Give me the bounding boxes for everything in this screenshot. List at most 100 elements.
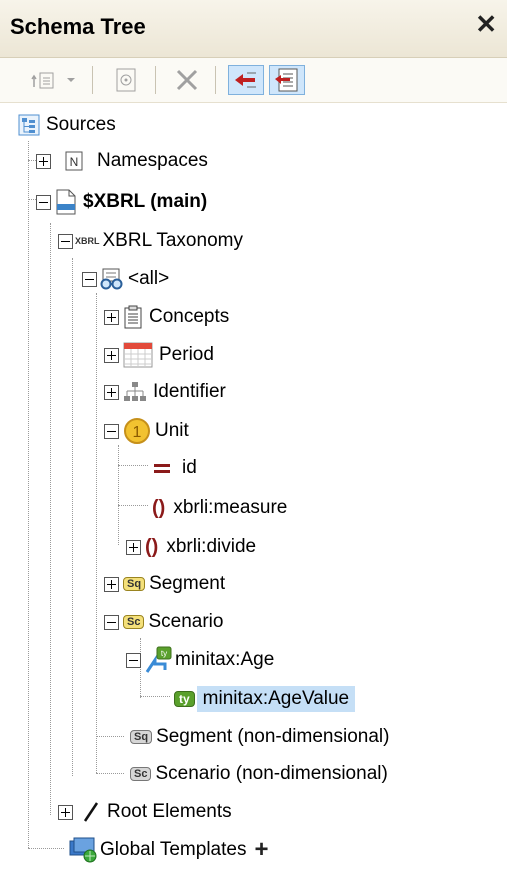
- sequence-icon: Sc: [123, 615, 145, 629]
- expand-icon[interactable]: [58, 804, 73, 820]
- tree-line: [50, 223, 51, 815]
- expand-tree-icon[interactable]: [269, 65, 305, 95]
- tree-node-segment-nd[interactable]: Sq Segment (non-dimensional): [126, 721, 389, 753]
- element-icon: (): [145, 535, 159, 558]
- tree-node-minitax-agevalue[interactable]: ty minitax:AgeValue: [170, 683, 356, 715]
- sequence-icon: Sq: [130, 730, 153, 744]
- tree-line: [28, 848, 64, 849]
- expand-icon[interactable]: [104, 347, 119, 363]
- tree-node-label: Scenario (non-dimensional): [155, 763, 388, 784]
- tree-node-xbrl-main[interactable]: $XBRL (main): [36, 186, 207, 218]
- unit-icon: 1: [123, 417, 151, 445]
- collapse-icon[interactable]: [82, 271, 97, 287]
- tree-node-sources[interactable]: Sources: [14, 109, 116, 141]
- tree-line: [118, 505, 148, 506]
- sources-settings-icon[interactable]: [110, 65, 142, 95]
- tree-node-label: $XBRL (main): [83, 191, 208, 212]
- panel-title: Schema Tree: [10, 14, 146, 39]
- tree-node-label: Sources: [46, 114, 116, 135]
- tree-node-label: xbrli:measure: [173, 497, 288, 518]
- tree-node-label: Unit: [155, 420, 189, 441]
- collapse-icon[interactable]: [58, 233, 73, 249]
- tree-node-scenario-nd[interactable]: Sc Scenario (non-dimensional): [126, 758, 388, 790]
- collapse-icon[interactable]: [104, 423, 119, 439]
- xbrl-file-icon: [55, 189, 77, 215]
- tree-node-divide[interactable]: () xbrli:divide: [126, 531, 256, 563]
- tree-node-label: Period: [159, 344, 214, 365]
- tree-node-identifier[interactable]: Identifier: [104, 376, 226, 408]
- svg-text:N: N: [70, 155, 79, 169]
- tree-node-id[interactable]: id: [148, 452, 197, 484]
- typed-value-icon: ty: [174, 691, 195, 707]
- tree-node-label: Root Elements: [107, 801, 232, 822]
- all-filter-icon: [99, 268, 125, 290]
- collapse-back-icon[interactable]: [228, 65, 264, 95]
- unit-badge-text: 1: [133, 424, 142, 441]
- tree-node-label: <all>: [128, 268, 170, 289]
- expand-icon[interactable]: [104, 309, 119, 325]
- close-icon[interactable]: ✕: [475, 10, 497, 38]
- tree-node-xbrl-taxonomy[interactable]: XBRL XBRL Taxonomy: [58, 225, 243, 257]
- tree-line: [96, 773, 124, 774]
- tree-node-measure[interactable]: () xbrli:measure: [148, 492, 287, 524]
- toolbar-separator: [92, 66, 93, 94]
- tree-line: [118, 445, 119, 545]
- tree-node-global-templates[interactable]: Global Templates +: [64, 834, 268, 866]
- tree-node-label: XBRL Taxonomy: [102, 230, 243, 251]
- toolbar: [0, 58, 507, 103]
- tree-line: [28, 141, 29, 848]
- panel-header: Schema Tree ✕: [0, 0, 507, 58]
- dropdown-arrow-icon[interactable]: [62, 65, 80, 95]
- schema-tree: Sources N Namespaces $XBRL (main) XBRL X…: [0, 103, 507, 871]
- tree-node-label: Global Templates: [100, 839, 247, 860]
- calendar-icon: [123, 342, 153, 368]
- sequence-icon: Sq: [123, 577, 146, 591]
- tree-node-concepts[interactable]: Concepts: [104, 301, 229, 333]
- global-templates-icon: [68, 837, 98, 863]
- tree-node-label: Identifier: [153, 381, 226, 402]
- tree-line: [140, 696, 170, 697]
- attribute-icon: [152, 461, 174, 475]
- tree-line: [72, 258, 73, 776]
- expand-icon[interactable]: [126, 539, 141, 555]
- expand-icon[interactable]: [104, 576, 119, 592]
- tree-node-label: Scenario: [148, 611, 224, 632]
- tree-node-label-selected: minitax:AgeValue: [196, 686, 356, 712]
- tree-node-unit[interactable]: 1 Unit: [104, 415, 189, 447]
- typed-dimension-icon: ty: [145, 646, 173, 674]
- type-badge-text: ty: [161, 649, 167, 658]
- schema-tree-panel: Schema Tree ✕ Sources N Namespaces $XBRL…: [0, 0, 507, 871]
- element-icon: (): [152, 496, 166, 519]
- tree-node-label: id: [182, 457, 197, 478]
- tree-node-scenario[interactable]: Sc Scenario: [104, 606, 223, 638]
- hierarchy-icon: [123, 381, 147, 403]
- toolbar-separator: [215, 66, 216, 94]
- sequence-icon: Sc: [130, 767, 152, 781]
- concepts-icon: [123, 305, 143, 329]
- expand-icon[interactable]: [104, 384, 119, 400]
- collapse-icon[interactable]: [126, 652, 141, 668]
- tree-node-label: xbrli:divide: [166, 536, 257, 557]
- tree-node-all[interactable]: <all>: [82, 263, 169, 295]
- sources-icon: [18, 114, 40, 136]
- toolbar-separator: [155, 66, 156, 94]
- namespace-icon: N: [65, 151, 83, 171]
- xbrl-badge-icon: XBRL: [75, 236, 100, 246]
- tree-line: [96, 293, 97, 773]
- add-template-icon[interactable]: +: [254, 836, 268, 864]
- tree-node-root-elements[interactable]: Root Elements: [58, 796, 232, 828]
- tree-node-minitax-age[interactable]: ty minitax:Age: [126, 644, 274, 676]
- tree-node-label: Concepts: [149, 306, 230, 327]
- add-child-icon[interactable]: [28, 65, 60, 95]
- collapse-icon[interactable]: [104, 614, 119, 630]
- tree-line: [96, 736, 124, 737]
- expand-icon[interactable]: [36, 153, 51, 169]
- collapse-icon[interactable]: [36, 194, 51, 210]
- tree-node-label: Segment (non-dimensional): [156, 726, 390, 747]
- tree-node-period[interactable]: Period: [104, 339, 214, 371]
- tree-node-label: Segment: [149, 573, 226, 594]
- delete-icon[interactable]: [170, 65, 204, 95]
- root-elements-icon: [83, 801, 99, 823]
- tree-node-namespaces[interactable]: N Namespaces: [36, 145, 208, 177]
- tree-node-segment[interactable]: Sq Segment: [104, 568, 225, 600]
